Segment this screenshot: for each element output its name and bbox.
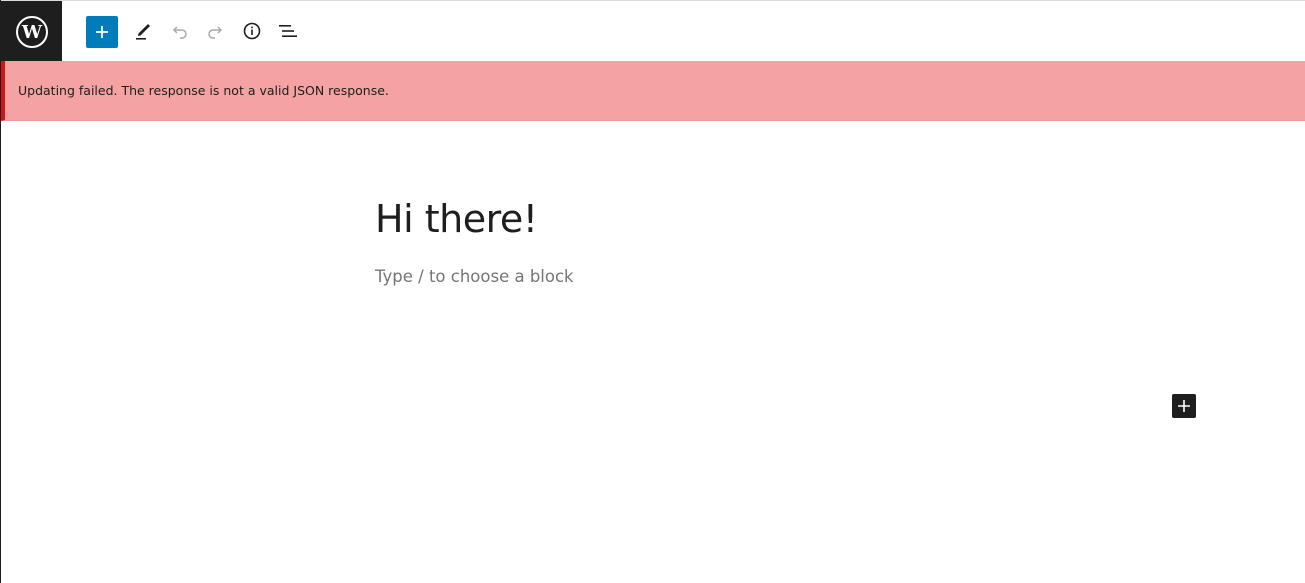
wordpress-logo-icon: W — [15, 15, 48, 48]
post-title[interactable]: Hi there! — [375, 193, 538, 245]
default-block-appender[interactable]: Type / to choose a block — [375, 265, 574, 289]
wordpress-logo-button[interactable]: W — [1, 1, 62, 62]
tools-button[interactable] — [129, 17, 157, 45]
plus-icon — [1178, 400, 1190, 412]
undo-icon — [172, 26, 187, 39]
plus-icon — [96, 26, 108, 38]
block-inserter-button[interactable] — [86, 16, 118, 48]
details-button[interactable] — [238, 17, 266, 45]
editor-window: W Updating failed. The response is not a… — [0, 0, 1305, 583]
undo-button[interactable] — [166, 17, 194, 45]
add-block-button[interactable] — [1172, 394, 1196, 418]
error-notice-message: Updating failed. The response is not a v… — [18, 83, 389, 98]
redo-icon — [208, 26, 223, 39]
error-notice: Updating failed. The response is not a v… — [1, 61, 1305, 121]
svg-text:W: W — [20, 22, 42, 43]
list-view-icon — [279, 25, 297, 37]
info-icon — [243, 22, 261, 40]
pencil-icon — [136, 24, 150, 40]
list-view-button[interactable] — [274, 17, 302, 45]
editor-toolbar: W — [1, 0, 1305, 62]
redo-button[interactable] — [201, 17, 229, 45]
